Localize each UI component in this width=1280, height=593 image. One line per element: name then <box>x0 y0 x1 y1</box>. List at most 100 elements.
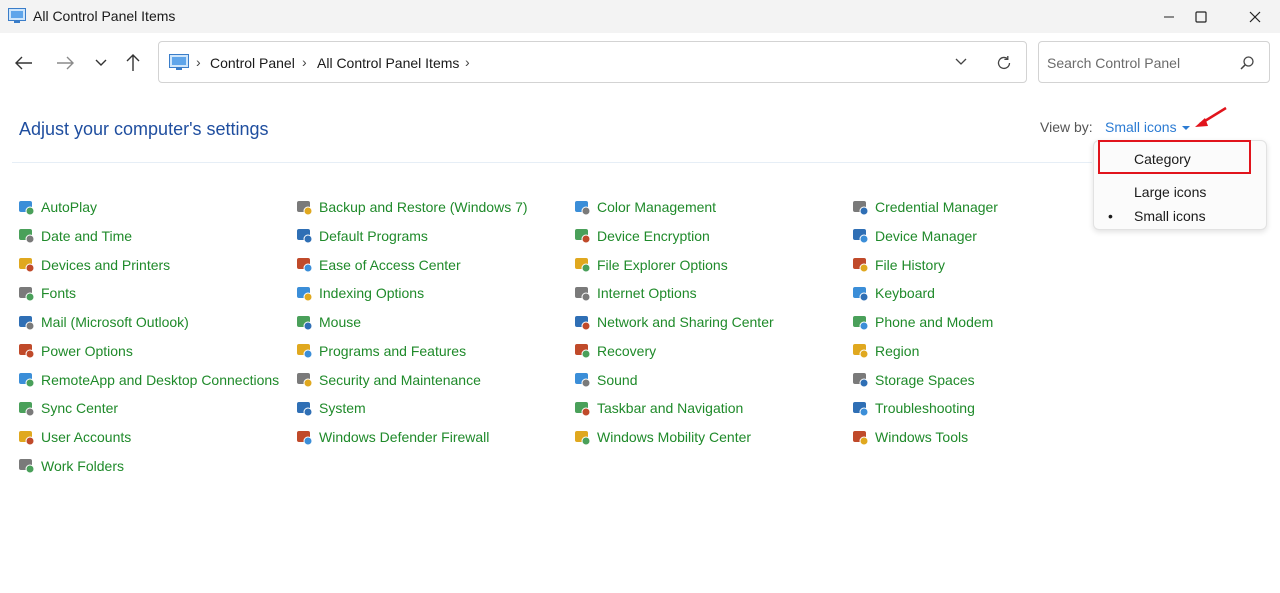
item-remoteapp-and-desktop-connections[interactable]: RemoteApp and Desktop Connections <box>18 369 279 391</box>
menu-item-large-icons[interactable]: Large icons <box>1094 180 1266 204</box>
forward-button[interactable] <box>52 50 78 76</box>
search-box[interactable] <box>1038 41 1270 83</box>
breadcrumb-all-items[interactable]: All Control Panel Items <box>317 55 459 71</box>
item-default-programs[interactable]: Default Programs <box>296 225 428 247</box>
control-panel-icon <box>8 8 26 23</box>
address-dropdown-button[interactable] <box>953 54 969 70</box>
windows-defender-firewall-icon <box>297 430 313 445</box>
file-history-icon <box>853 258 869 273</box>
item-programs-and-features[interactable]: Programs and Features <box>296 340 466 362</box>
taskbar-and-navigation-icon <box>575 401 591 417</box>
item-device-manager[interactable]: Device Manager <box>852 225 977 247</box>
selected-bullet-icon: • <box>1108 208 1113 224</box>
item-label: Mail (Microsoft Outlook) <box>41 314 189 330</box>
item-internet-options[interactable]: Internet Options <box>574 282 697 304</box>
item-label: Device Encryption <box>597 227 710 244</box>
system-icon <box>297 401 313 417</box>
item-label: Date and Time <box>41 227 133 244</box>
heading-divider <box>12 162 1092 163</box>
item-file-history[interactable]: File History <box>852 254 945 276</box>
item-label: Work Folders <box>41 457 124 474</box>
item-label: System <box>319 400 366 417</box>
address-bar[interactable]: › Control Panel › All Control Panel Item… <box>158 41 1027 83</box>
close-icon <box>1249 11 1261 22</box>
item-label: Security and Maintenance <box>319 371 481 388</box>
storage-spaces-icon <box>853 373 869 388</box>
item-mail-microsoft-outlook[interactable]: Mail (Microsoft Outlook) <box>18 311 189 333</box>
item-file-explorer-options[interactable]: File Explorer Options <box>574 254 728 276</box>
item-user-accounts[interactable]: User Accounts <box>18 426 131 448</box>
item-sound[interactable]: Sound <box>574 369 637 391</box>
item-label: Power Options <box>41 342 133 359</box>
item-power-options[interactable]: Power Options <box>18 340 133 362</box>
item-autoplay[interactable]: AutoPlay <box>18 196 97 218</box>
title-bar: All Control Panel Items <box>0 0 1280 33</box>
back-button[interactable] <box>11 50 37 76</box>
view-by-dropdown[interactable]: Small icons <box>1105 119 1190 135</box>
item-label: Taskbar and Navigation <box>597 400 744 417</box>
item-label: Network and Sharing Center <box>597 314 774 330</box>
item-windows-defender-firewall[interactable]: Windows Defender Firewall <box>296 426 489 448</box>
item-network-and-sharing-center[interactable]: Network and Sharing Center <box>574 311 774 333</box>
item-label: Windows Tools <box>875 429 969 445</box>
item-sync-center[interactable]: Sync Center <box>18 397 118 419</box>
item-phone-and-modem[interactable]: Phone and Modem <box>852 311 993 333</box>
item-credential-manager[interactable]: Credential Manager <box>852 196 998 218</box>
sound-icon <box>575 373 591 388</box>
item-backup-and-restore-windows-7[interactable]: Backup and Restore (Windows 7) <box>296 196 528 218</box>
up-button[interactable] <box>120 50 146 76</box>
item-label: Windows Defender Firewall <box>319 429 490 445</box>
item-windows-tools[interactable]: Windows Tools <box>852 426 968 448</box>
item-security-and-maintenance[interactable]: Security and Maintenance <box>296 369 481 391</box>
recent-locations-button[interactable] <box>88 50 114 76</box>
user-accounts-icon <box>19 430 35 445</box>
close-button[interactable] <box>1232 0 1278 33</box>
item-recovery[interactable]: Recovery <box>574 340 656 362</box>
programs-and-features-icon <box>297 344 313 359</box>
menu-item-small-icons[interactable]: • Small icons <box>1094 204 1266 228</box>
ease-of-access-center-icon <box>297 258 313 273</box>
item-label: Recovery <box>597 342 657 359</box>
forward-arrow-icon <box>57 56 74 70</box>
item-ease-of-access-center[interactable]: Ease of Access Center <box>296 254 461 276</box>
search-input[interactable] <box>1047 53 1237 73</box>
item-storage-spaces[interactable]: Storage Spaces <box>852 369 975 391</box>
breadcrumb-separator: › <box>302 54 307 70</box>
devices-and-printers-icon <box>19 258 35 273</box>
item-system[interactable]: System <box>296 397 366 419</box>
refresh-button[interactable] <box>995 54 1013 72</box>
view-by-label: View by: <box>1040 119 1093 135</box>
chevron-down-icon <box>95 59 107 66</box>
item-label: Sync Center <box>41 400 119 417</box>
windows-tools-icon <box>853 430 869 445</box>
item-label: User Accounts <box>41 429 132 445</box>
item-indexing-options[interactable]: Indexing Options <box>296 282 424 304</box>
item-work-folders[interactable]: Work Folders <box>18 455 124 477</box>
item-windows-mobility-center[interactable]: Windows Mobility Center <box>574 426 751 448</box>
sync-center-icon <box>19 401 35 417</box>
item-label: Credential Manager <box>875 199 998 215</box>
annotation-arrow-icon <box>1195 106 1227 127</box>
item-date-and-time[interactable]: Date and Time <box>18 225 132 247</box>
mouse-icon <box>297 315 313 330</box>
item-color-management[interactable]: Color Management <box>574 196 716 218</box>
internet-options-icon <box>575 286 591 302</box>
security-and-maintenance-icon <box>297 373 313 388</box>
item-label: Sound <box>597 371 638 388</box>
item-label: AutoPlay <box>41 199 98 215</box>
item-region[interactable]: Region <box>852 340 919 362</box>
control-panel-location-icon <box>169 54 189 70</box>
maximize-button[interactable] <box>1178 0 1224 33</box>
item-fonts[interactable]: Fonts <box>18 282 76 304</box>
item-devices-and-printers[interactable]: Devices and Printers <box>18 254 170 276</box>
item-mouse[interactable]: Mouse <box>296 311 361 333</box>
windows-mobility-center-icon <box>575 430 591 445</box>
item-keyboard[interactable]: Keyboard <box>852 282 935 304</box>
item-label: Mouse <box>319 314 362 330</box>
item-taskbar-and-navigation[interactable]: Taskbar and Navigation <box>574 397 743 419</box>
search-icon[interactable] <box>1239 55 1255 71</box>
item-device-encryption[interactable]: Device Encryption <box>574 225 710 247</box>
item-troubleshooting[interactable]: Troubleshooting <box>852 397 975 419</box>
item-label: RemoteApp and Desktop Connections <box>41 371 280 388</box>
breadcrumb-control-panel[interactable]: Control Panel <box>210 55 295 71</box>
